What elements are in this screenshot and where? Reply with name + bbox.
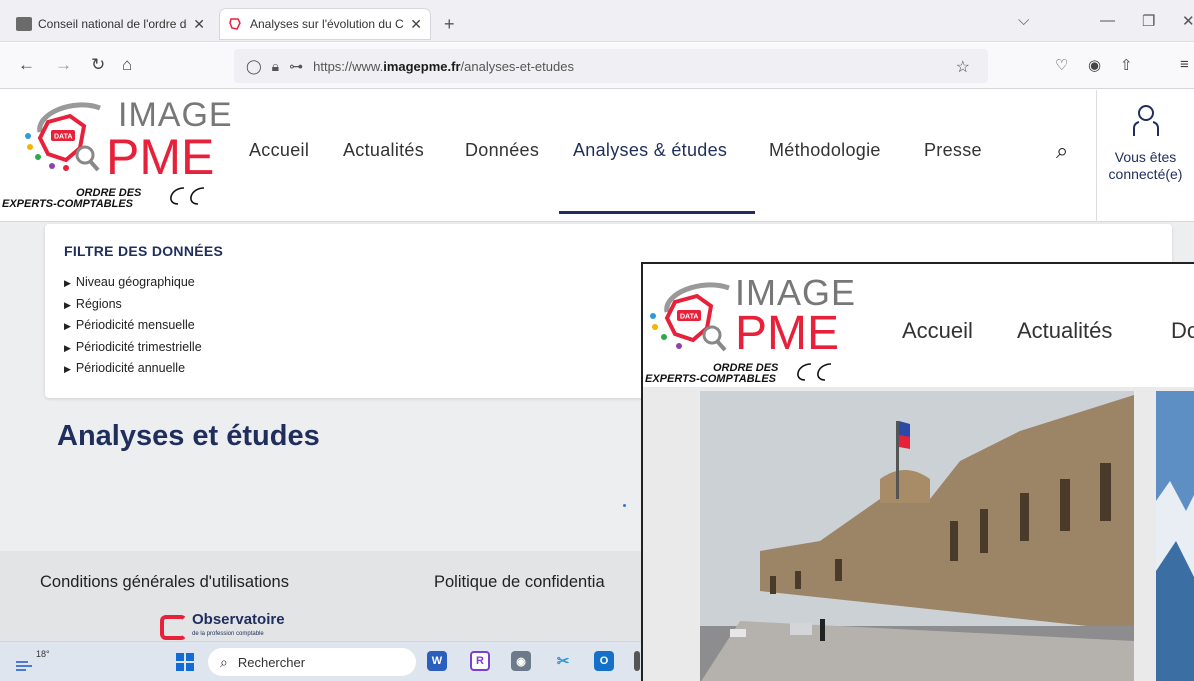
filter-list: ▶ Niveau géographique ▶ Régions ▶ Périodici… [64, 275, 202, 383]
url-text[interactable]: https://www.imagepme.fr/analyses-et-etud… [313, 59, 574, 74]
tab-label: Conseil national de l'ordre des e [38, 17, 187, 31]
expand-triangle-icon: ▶ [64, 278, 71, 288]
word-app-icon[interactable]: W [427, 651, 447, 671]
taskbar-search-placeholder: Rechercher [237, 654, 306, 670]
site-header: DATA IMAGE PME ORDRE DES EXPERTS-COMPTAB… [0, 90, 1194, 222]
active-nav-underline [559, 211, 755, 214]
navigation-toolbar: ← → ↻ ⌂ ◯ 🔒︎ ⊶ https://www.imagepme.fr/a… [0, 43, 1194, 89]
tab-analyses[interactable]: Analyses sur l'évolution du CA e ✕ [220, 9, 430, 39]
elysee-palace-photo[interactable] [700, 391, 1134, 681]
bookmark-star-icon[interactable]: ☆ [956, 57, 970, 77]
list-tabs-icon[interactable]: ⌵ [1018, 12, 1029, 29]
forward-icon[interactable]: → [55, 55, 72, 75]
restore-icon[interactable]: ❐ [1142, 12, 1155, 30]
snipping-tool-icon[interactable]: ✂ [553, 651, 573, 671]
nav-methodologie[interactable]: Méthodologie [769, 140, 881, 161]
windows-start-icon[interactable] [176, 653, 194, 671]
user-icon [1132, 105, 1159, 136]
logo-text-experts-comptables: EXPERTS-COMPTABLES [2, 198, 133, 210]
overlay-content-area [643, 387, 1194, 681]
outlook-app-icon[interactable]: O [594, 651, 614, 671]
imagepme-favicon-icon [228, 17, 244, 31]
nav-presse[interactable]: Presse [924, 140, 982, 161]
expand-triangle-icon: ▶ [64, 342, 71, 353]
page-title: Analyses et études [57, 420, 320, 452]
close-window-icon[interactable]: ✕ [1182, 12, 1194, 30]
browser-tab-bar: Conseil national de l'ordre des e ✕ Anal… [0, 0, 1194, 42]
minimize-icon[interactable]: — [1100, 12, 1115, 29]
footer-link-cgu[interactable]: Conditions générales d'utilisations [40, 573, 289, 592]
expand-triangle-icon: ▶ [64, 321, 71, 331]
site-favicon-icon [16, 17, 32, 31]
nav-actualites[interactable]: Actualités [343, 140, 424, 161]
svg-text:DATA: DATA [680, 314, 698, 321]
close-tab-icon[interactable]: ✕ [410, 16, 422, 33]
taskbar-app-icon[interactable] [634, 651, 640, 671]
new-tab-button[interactable]: + [444, 14, 455, 35]
lock-icon[interactable]: 🔒︎ [272, 58, 279, 75]
tab-label: Analyses sur l'évolution du CA e [250, 17, 405, 31]
nav-accueil[interactable]: Accueil [249, 140, 309, 161]
wind-icon [16, 661, 32, 671]
filter-item-periodicite-annuelle[interactable]: ▶ Périodicité annuelle [64, 361, 202, 383]
weather-temperature: 18° [36, 649, 50, 659]
loading-dot [623, 504, 626, 507]
reload-icon[interactable]: ↻ [91, 55, 105, 75]
overlay-nav-actualites[interactable]: Actualités [1017, 318, 1112, 344]
address-bar[interactable]: ◯ 🔒︎ ⊶ https://www.imagepme.fr/analyses-… [234, 49, 988, 83]
ec-monogram-icon [797, 363, 832, 381]
back-icon[interactable]: ← [18, 55, 35, 75]
overlay-nav-donnees[interactable]: Do [1171, 318, 1194, 344]
nav-donnees[interactable]: Données [465, 140, 539, 161]
overlay-site-header: DATA IMAGE PME ORDRE DES EXPERTS-COMPTAB… [643, 264, 1194, 387]
filter-item-periodicite-mensuelle[interactable]: ▶ Périodicité mensuelle [64, 318, 202, 340]
user-account-button[interactable]: Vous êtes connecté(e) [1096, 90, 1194, 222]
permissions-key-icon[interactable]: ⊶ [289, 58, 303, 75]
close-tab-icon[interactable]: ✕ [193, 16, 205, 33]
home-icon[interactable]: ⌂ [122, 55, 132, 75]
search-icon: ⌕ [220, 653, 228, 670]
logo-text-pme: PME [106, 129, 215, 185]
overlay-image-pme-logo[interactable]: DATA IMAGE PME ORDRE DES EXPERTS-COMPTAB… [645, 270, 869, 385]
observatoire-label: Observatoire [192, 611, 285, 628]
logo-text-experts-comptables: EXPERTS-COMPTABLES [645, 373, 776, 385]
footer-link-confidentialite[interactable]: Politique de confidentia [434, 573, 605, 592]
overlay-nav-accueil[interactable]: Accueil [902, 318, 973, 344]
tracking-shield-icon[interactable]: ◯ [246, 58, 262, 75]
nav-analyses-etudes[interactable]: Analyses & études [573, 140, 727, 161]
ec-monogram-icon [170, 187, 205, 205]
filter-item-niveau-geographique[interactable]: ▶ Niveau géographique [64, 275, 202, 297]
expand-triangle-icon: ▶ [64, 299, 71, 310]
svg-text:DATA: DATA [54, 134, 72, 141]
menu-icon[interactable]: ≡ [1180, 56, 1189, 73]
filter-item-periodicite-trimestrielle[interactable]: ▶ Périodicité trimestrielle [64, 340, 202, 362]
camera-app-icon[interactable]: ◉ [511, 651, 531, 671]
user-status-label-line1: Vous êtes [1114, 149, 1177, 165]
search-icon[interactable]: ⌕ [1056, 138, 1068, 164]
extensions-icon[interactable]: ⇧ [1120, 56, 1133, 74]
taskbar-search-box[interactable]: ⌕ Rechercher [208, 648, 416, 676]
logo-text-pme: PME [735, 307, 840, 360]
observatoire-sub-label: de la profession comptable [192, 631, 264, 637]
user-status-label-line2: connecté(e) [1108, 166, 1183, 182]
filter-title: FILTRE DES DONNÉES [64, 243, 224, 259]
filter-item-regions[interactable]: ▶ Régions [64, 297, 202, 319]
expand-triangle-icon: ▶ [64, 364, 71, 374]
pocket-icon[interactable]: ♡ [1055, 56, 1068, 74]
r-app-icon[interactable]: R [470, 651, 490, 671]
observatoire-icon [160, 614, 187, 640]
overlay-screenshot: DATA IMAGE PME ORDRE DES EXPERTS-COMPTAB… [641, 262, 1194, 681]
observatoire-logo[interactable]: Observatoire de la profession comptable [160, 611, 285, 641]
image-pme-logo[interactable]: DATA IMAGE PME ORDRE DES EXPERTS-COMPTAB… [2, 94, 232, 214]
tab-conseil-national[interactable]: Conseil national de l'ordre des e ✕ [8, 9, 213, 39]
france-map-logo-icon: DATA [650, 282, 730, 352]
mountain-photo[interactable] [1156, 391, 1194, 681]
account-icon[interactable]: ◉ [1088, 56, 1101, 74]
